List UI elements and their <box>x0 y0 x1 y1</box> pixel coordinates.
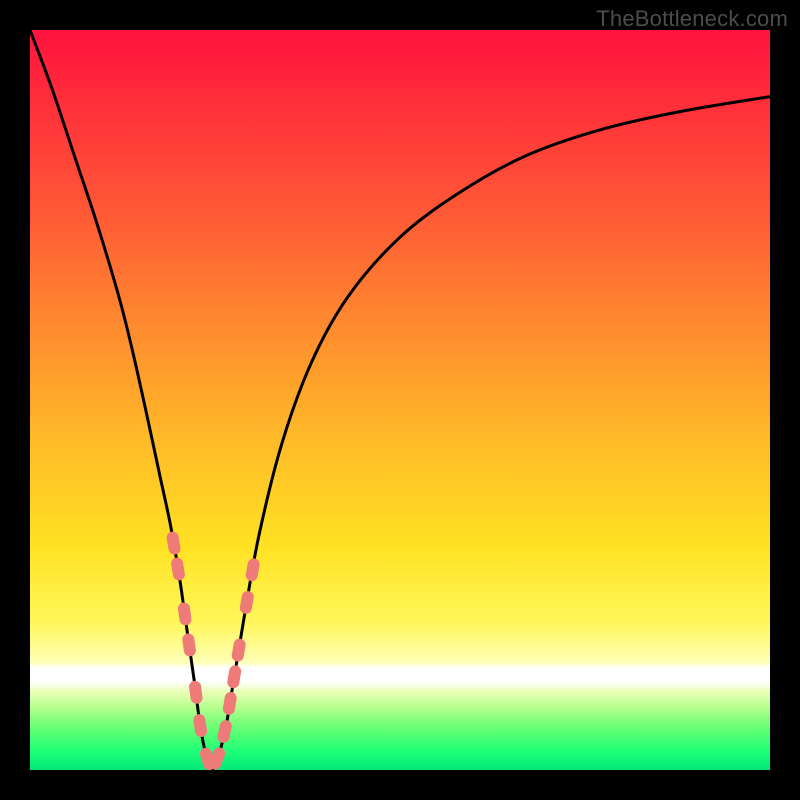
bead <box>245 558 260 582</box>
bead <box>171 557 185 580</box>
plot-area <box>30 30 770 770</box>
watermark-text: TheBottleneck.com <box>596 6 788 32</box>
bead <box>208 746 226 770</box>
chart-frame: TheBottleneck.com <box>0 0 800 800</box>
bead <box>193 714 207 737</box>
bead <box>217 720 233 744</box>
bead <box>166 531 181 555</box>
bead <box>178 602 192 625</box>
bead <box>227 665 241 689</box>
bead <box>182 633 196 656</box>
bottleneck-curve <box>30 30 770 770</box>
curve-path <box>30 30 770 770</box>
bead <box>231 638 245 662</box>
bead <box>239 591 254 615</box>
bead <box>223 692 237 716</box>
bead <box>189 681 203 704</box>
beads-group <box>166 531 260 771</box>
